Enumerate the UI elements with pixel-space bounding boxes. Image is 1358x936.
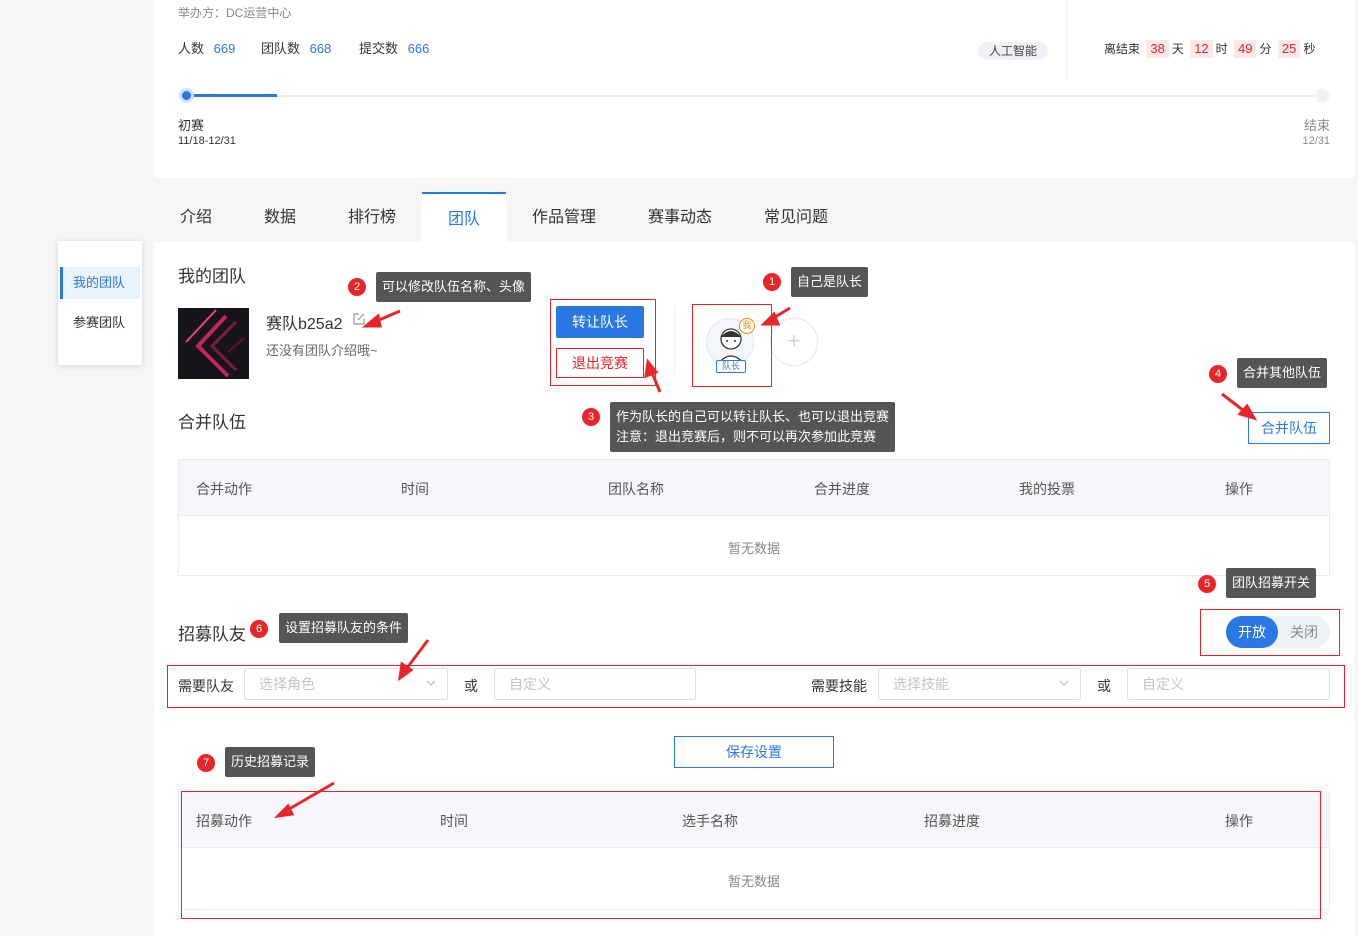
annotation-number: 6 [250,620,268,638]
annotation-number: 4 [1209,365,1227,383]
annotation-tooltip: 团队招募开关 [1226,568,1317,598]
annotation-number: 2 [348,278,366,296]
annotation-tooltip: 合并其他队伍 [1237,358,1328,388]
annotation-tooltip: 历史招募记录 [225,747,316,777]
annotation-number: 5 [1198,575,1216,593]
annotation-number: 3 [582,408,600,426]
annotation-text-line: 作为队长的自己可以转让队长、也可以退出竞赛 [616,409,890,424]
annotation-text-line: 注意：退出竞赛后，则不可以再次参加此竞赛 [616,429,877,444]
annotation-number: 7 [197,754,215,772]
annotation-arrows [273,306,1258,819]
annotation-tooltip: 设置招募队友的条件 [279,613,409,643]
annotation-tooltip: 作为队长的自己可以转让队长、也可以退出竞赛 注意：退出竞赛后，则不可以再次参加此… [610,402,896,452]
annotation-tooltip: 自己是队长 [791,267,869,297]
annotation-number: 1 [763,273,781,291]
annotation-tooltip: 可以修改队伍名称、头像 [376,272,532,302]
